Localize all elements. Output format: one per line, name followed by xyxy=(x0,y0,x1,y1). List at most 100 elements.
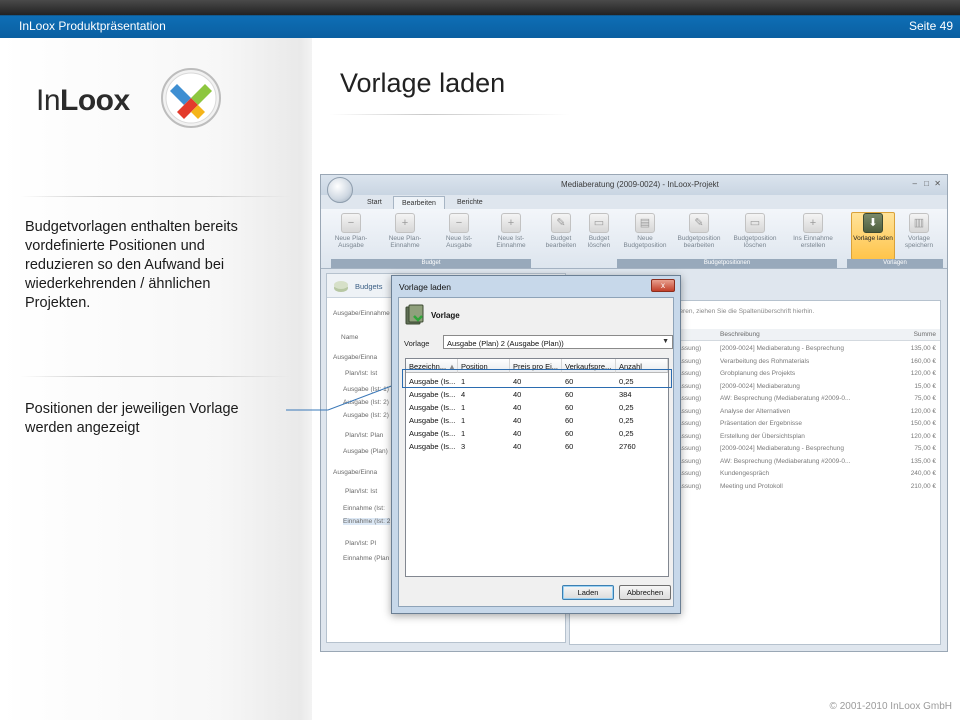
grid-cell: 1 xyxy=(461,416,466,425)
budget-icon: − xyxy=(341,213,361,233)
tree-row[interactable]: Plan/Ist: Ist xyxy=(345,488,377,495)
position-sum: 75,00 € xyxy=(914,395,936,402)
new-budget-position-button-label: Neue Budgetposition xyxy=(623,235,667,249)
tab-start[interactable]: Start xyxy=(359,196,390,209)
grid-cell: 3 xyxy=(461,442,466,451)
template-select[interactable]: Ausgabe (Plan) 2 (Ausgabe (Plan)) ▼ xyxy=(443,335,673,349)
grid-cell: Ausgabe (Is... xyxy=(409,416,456,425)
slide-title: Vorlage laden xyxy=(340,68,506,98)
load-button[interactable]: Laden xyxy=(562,585,614,600)
top-bar-sheen xyxy=(0,0,960,15)
create-income-button-label: Ins Einnahme erstellen xyxy=(793,235,833,249)
template-icon xyxy=(405,304,424,325)
template-select-value: Ausgabe (Plan) 2 (Ausgabe (Plan)) xyxy=(447,339,564,348)
window-caption: Mediaberatung (2009-0024) - InLoox-Proje… xyxy=(561,180,719,189)
maximize-icon[interactable]: □ xyxy=(924,179,929,188)
position-description: [2009-0024] Mediaberatung xyxy=(720,382,800,390)
grid-cell: 0,25 xyxy=(619,416,634,425)
position-description: AW: Besprechung (Mediaberatung #2009-0..… xyxy=(720,457,851,465)
page-number: Seite 49 xyxy=(908,19,953,33)
delete-budget-position-button[interactable]: ▭ Budgetposition löschen xyxy=(733,213,777,249)
grid-cell: 1 xyxy=(461,403,466,412)
grid-row[interactable]: Ausgabe (Is... 1 40 60 0,25 xyxy=(406,414,668,427)
column-sum[interactable]: Summe xyxy=(914,331,936,338)
window-titlebar: Mediaberatung (2009-0024) - InLoox-Proje… xyxy=(321,175,947,195)
new-plan-expense-button[interactable]: − Neue Plan-Ausgabe xyxy=(329,213,373,249)
grid-cell: Ausgabe (Is... xyxy=(409,390,456,399)
grid-row[interactable]: Ausgabe (Is... 3 40 60 2760 xyxy=(406,440,668,453)
tree-row[interactable]: Einnahme (Plan xyxy=(343,555,389,562)
divider-top xyxy=(20,196,290,197)
ribbon: − Neue Plan-Ausgabe + Neue Plan-Einnahme −… xyxy=(321,209,947,269)
grid-row[interactable]: Ausgabe (Is... 1 40 60 0,25 xyxy=(406,401,668,414)
position-type: assung) xyxy=(678,445,702,452)
template-load-icon: ⬇ xyxy=(863,213,883,233)
tree-row[interactable]: Ausgabe/Einna xyxy=(333,469,377,476)
tree-row[interactable]: Einnahme (Ist: xyxy=(343,505,385,512)
position-description: AW: Besprechung (Mediaberatung #2009-0..… xyxy=(720,395,851,402)
dialog-close-button[interactable]: x xyxy=(651,279,675,292)
logo-word-bold: Loox xyxy=(60,84,130,117)
grid-cell: 40 xyxy=(513,416,522,425)
tree-row-selected[interactable]: Einnahme (Ist: 2 xyxy=(343,518,391,525)
new-actual-income-button[interactable]: + Neue Ist-Einnahme xyxy=(489,213,533,249)
tree-row[interactable]: Plan/Ist: Pl xyxy=(345,540,376,547)
column-description[interactable]: Beschreibung xyxy=(720,331,760,338)
edit-budget-position-button[interactable]: ✎ Budgetposition bearbeiten xyxy=(677,213,721,249)
inloox-logo: InLoox xyxy=(36,68,226,132)
new-actual-expense-button[interactable]: − Neue Ist-Ausgabe xyxy=(437,213,481,249)
left-panel xyxy=(0,38,312,720)
position-description: [2009-0024] Mediaberatung - Besprechung xyxy=(720,445,844,452)
grid-row[interactable]: Ausgabe (Is... 4 40 60 384 xyxy=(406,388,668,401)
template-save-icon: ▥ xyxy=(909,213,929,233)
position-type: assung) xyxy=(678,470,702,477)
position-description: Verarbeitung des Rohmaterials xyxy=(720,357,810,365)
position-sum: 120,00 € xyxy=(910,407,936,415)
new-budget-position-button[interactable]: ▤ Neue Budgetposition xyxy=(623,213,667,249)
tree-row[interactable]: Ausgabe (Plan) xyxy=(343,448,388,455)
ribbon-tabs: Start Bearbeiten Berichte xyxy=(321,195,947,209)
callout-text: Positionen der jeweiligen Vorlage werden… xyxy=(25,401,239,436)
dialog-body: Vorlage Vorlage Ausgabe (Plan) 2 (Ausgab… xyxy=(398,297,674,607)
group-by-hint: ieren, ziehen Sie die Spaltenüberschrift… xyxy=(678,308,815,315)
tree-row[interactable]: Plan/Ist: Ist xyxy=(345,370,377,377)
tab-bearbeiten[interactable]: Bearbeiten xyxy=(393,196,445,209)
ribbon-group-budget: Budget xyxy=(331,259,531,268)
grid-row[interactable]: Ausgabe (Is... 1 40 60 0,25 xyxy=(406,427,668,440)
pencil-icon: ✎ xyxy=(689,213,709,233)
document-plus-icon: + xyxy=(803,213,823,233)
grid-cell: 0,25 xyxy=(619,429,634,438)
save-template-button[interactable]: ▥ Vorlage speichern xyxy=(897,213,941,249)
position-type: assung) xyxy=(678,382,702,390)
load-template-button[interactable]: ⬇ Vorlage laden xyxy=(851,212,895,260)
position-sum: 240,00 € xyxy=(910,470,936,477)
position-type: assung) xyxy=(678,420,702,427)
tree-row[interactable]: Plan/Ist: Plan xyxy=(345,432,383,439)
budget-icon: + xyxy=(395,213,415,233)
chevron-down-icon[interactable]: ▼ xyxy=(662,338,669,345)
grid-cell: 0,25 xyxy=(619,403,634,412)
position-description: Kundengespräch xyxy=(720,470,770,477)
create-income-button[interactable]: + Ins Einnahme erstellen xyxy=(791,213,835,249)
position-description: Präsentation der Ergebnisse xyxy=(720,420,803,427)
divider-middle xyxy=(20,376,290,377)
new-plan-income-button[interactable]: + Neue Plan-Einnahme xyxy=(383,213,427,249)
close-icon[interactable]: ✕ xyxy=(934,179,941,188)
delete-budget-button[interactable]: ▭ Budget löschen xyxy=(577,213,621,249)
cancel-button[interactable]: Abbrechen xyxy=(619,585,671,600)
pencil-icon: ✎ xyxy=(551,213,571,233)
grid-cell: 1 xyxy=(461,429,466,438)
position-sum: 160,00 € xyxy=(910,357,936,365)
position-type: assung) xyxy=(678,407,702,415)
delete-budget-button-label: Budget löschen xyxy=(587,235,611,249)
delete-budget-position-button-label: Budgetposition löschen xyxy=(733,235,777,249)
position-type: assung) xyxy=(678,357,702,365)
grid-cell: Ausgabe (Is... xyxy=(409,429,456,438)
tab-berichte[interactable]: Berichte xyxy=(449,196,491,209)
edit-budget-button-label: Budget bearbeiten xyxy=(545,235,577,249)
position-sum: 75,00 € xyxy=(914,445,936,452)
title-underline xyxy=(330,114,570,115)
minimize-icon[interactable]: – xyxy=(913,179,917,188)
tree-row[interactable]: Ausgabe/Einna xyxy=(333,354,377,361)
new-actual-expense-button-label: Neue Ist-Ausgabe xyxy=(445,235,473,249)
